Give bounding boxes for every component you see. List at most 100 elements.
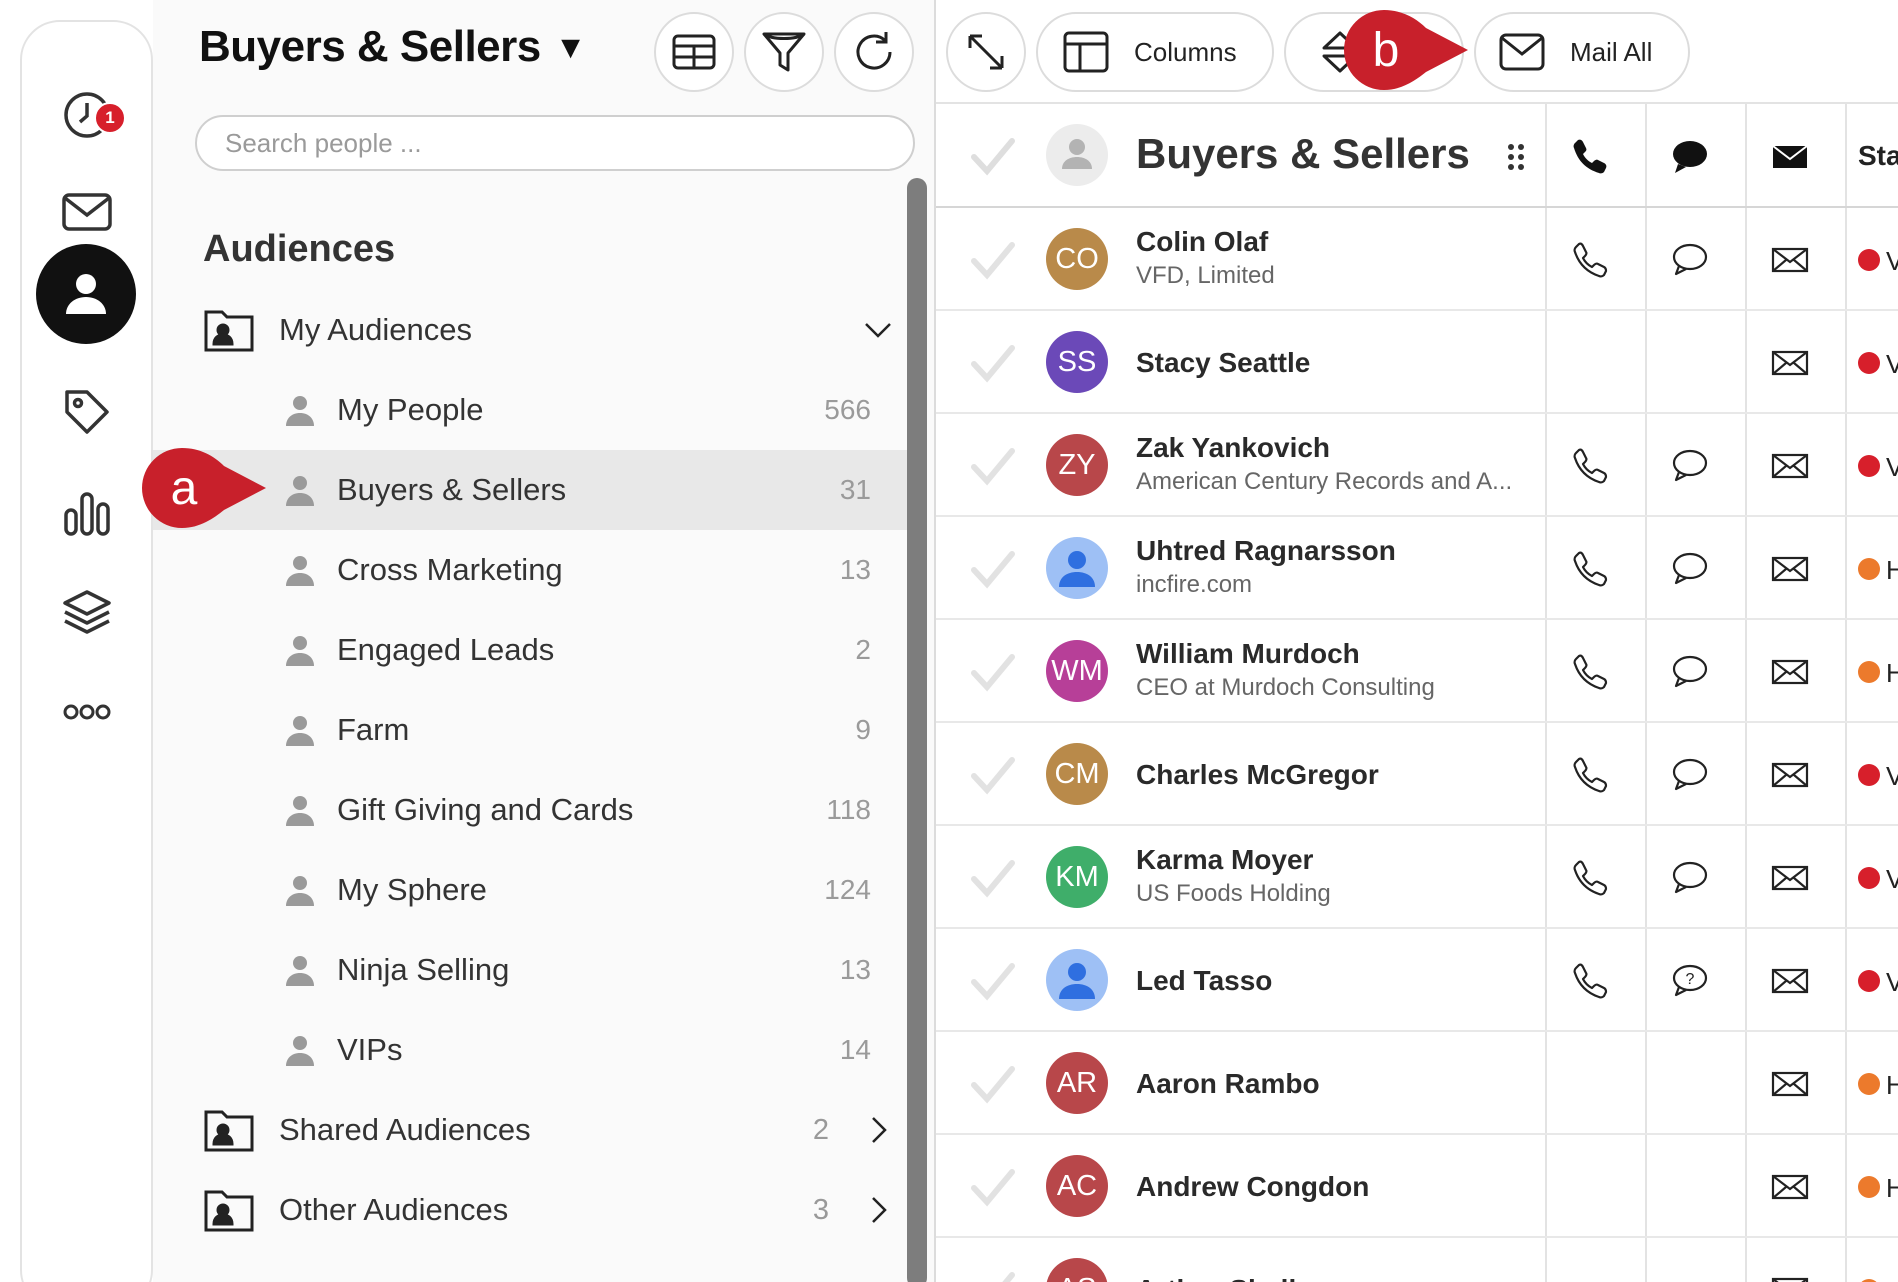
mail-icon[interactable] (1770, 1064, 1810, 1104)
avatar[interactable]: SS (1046, 331, 1108, 393)
mail-icon[interactable] (1770, 343, 1810, 383)
table-row[interactable]: AC Andrew Congdon H (936, 1135, 1898, 1238)
refresh-button[interactable] (834, 12, 914, 92)
mail-icon[interactable] (1770, 755, 1810, 795)
rail-item-more[interactable] (22, 662, 151, 762)
contact-name[interactable]: Andrew Congdon (1136, 1171, 1369, 1203)
rail-item-tags[interactable] (22, 362, 151, 462)
avatar[interactable] (1046, 537, 1108, 599)
contact-name[interactable]: Uhtred Ragnarsson (1136, 535, 1396, 567)
expand-button[interactable] (946, 12, 1026, 92)
row-checkmark-icon[interactable] (970, 1065, 1016, 1105)
phone-icon[interactable] (1570, 961, 1610, 1001)
mail-icon[interactable] (1770, 1167, 1810, 1207)
mail-icon[interactable] (1770, 240, 1810, 280)
audience-item[interactable]: Engaged Leads 2 (153, 610, 907, 690)
table-row[interactable]: SS Stacy Seattle V (936, 311, 1898, 414)
mail-icon[interactable] (1770, 652, 1810, 692)
rail-item-activity[interactable]: 1 (22, 64, 151, 164)
audience-item[interactable]: Ninja Selling 13 (153, 930, 907, 1010)
mail-icon[interactable] (1770, 446, 1810, 486)
chevron-down-icon[interactable] (863, 315, 893, 345)
avatar[interactable]: AR (1046, 1052, 1108, 1114)
avatar[interactable] (1046, 949, 1108, 1011)
sidebar-scrollbar[interactable] (907, 178, 927, 1282)
phone-filled-icon[interactable] (1570, 137, 1610, 177)
phone-icon[interactable] (1570, 240, 1610, 280)
mail-icon[interactable] (1770, 961, 1810, 1001)
table-row[interactable]: Led Tasso? V (936, 929, 1898, 1032)
row-checkmark-icon[interactable] (970, 1168, 1016, 1208)
table-row[interactable]: Uhtred Ragnarsson incfire.com H (936, 517, 1898, 620)
rail-item-reports[interactable] (22, 462, 151, 562)
mail-icon[interactable] (1770, 1270, 1810, 1282)
mail-icon[interactable] (1770, 858, 1810, 898)
avatar[interactable]: AS (1046, 1258, 1108, 1282)
rail-item-people[interactable] (36, 244, 136, 344)
avatar[interactable]: WM (1046, 640, 1108, 702)
chat-question-icon[interactable]: ? (1670, 961, 1710, 1001)
table-row[interactable]: CO Colin Olaf VFD, Limited V (936, 208, 1898, 311)
folder-shared-audiences[interactable]: Shared Audiences 2 (203, 1090, 893, 1170)
table-row[interactable]: AR Aaron Rambo H (936, 1032, 1898, 1135)
table-row[interactable]: CM Charles McGregor V (936, 723, 1898, 826)
mail-filled-icon[interactable] (1770, 137, 1810, 177)
phone-icon[interactable] (1570, 446, 1610, 486)
status-column-header[interactable]: Sta (1858, 140, 1898, 172)
row-checkmark-icon[interactable] (970, 653, 1016, 693)
contact-name[interactable]: Aaron Rambo (1136, 1068, 1320, 1100)
phone-icon[interactable] (1570, 549, 1610, 589)
avatar[interactable]: AC (1046, 1155, 1108, 1217)
chat-icon[interactable] (1670, 755, 1710, 795)
contact-name[interactable]: Led Tasso (1136, 965, 1272, 997)
phone-icon[interactable] (1570, 652, 1610, 692)
rail-item-layers[interactable] (22, 562, 151, 662)
search-people-input[interactable] (195, 115, 915, 171)
row-checkmark-icon[interactable] (970, 1271, 1016, 1282)
audience-item[interactable]: VIPs 14 (153, 1010, 907, 1090)
contact-name[interactable]: Arthur Shelby (1136, 1274, 1321, 1282)
chat-icon[interactable] (1670, 549, 1710, 589)
chat-icon[interactable] (1670, 652, 1710, 692)
table-row[interactable]: ZY Zak Yankovich American Century Records … (936, 414, 1898, 517)
avatar[interactable]: CM (1046, 743, 1108, 805)
folder-my-audiences[interactable]: My Audiences (203, 290, 893, 370)
chevron-right-icon[interactable] (863, 1115, 893, 1145)
avatar[interactable]: CO (1046, 228, 1108, 290)
filter-button[interactable] (744, 12, 824, 92)
phone-icon[interactable] (1570, 755, 1610, 795)
contact-name[interactable]: Stacy Seattle (1136, 347, 1310, 379)
folder-other-audiences[interactable]: Other Audiences 3 (203, 1170, 893, 1250)
chat-filled-icon[interactable] (1670, 137, 1710, 177)
table-view-button[interactable] (654, 12, 734, 92)
select-all-checkmark-icon[interactable] (970, 137, 1016, 177)
row-checkmark-icon[interactable] (970, 241, 1016, 281)
table-row[interactable]: AS Arthur Shelby H (936, 1238, 1898, 1282)
row-checkmark-icon[interactable] (970, 756, 1016, 796)
drag-handle-icon[interactable] (1506, 142, 1526, 172)
audience-item[interactable]: My Sphere 124 (153, 850, 907, 930)
audience-item[interactable]: Farm 9 (153, 690, 907, 770)
row-checkmark-icon[interactable] (970, 447, 1016, 487)
chat-icon[interactable] (1670, 240, 1710, 280)
chat-icon[interactable] (1670, 446, 1710, 486)
contact-name[interactable]: William Murdoch (1136, 638, 1360, 670)
contact-name[interactable]: Charles McGregor (1136, 759, 1379, 791)
avatar[interactable]: KM (1046, 846, 1108, 908)
audience-item[interactable]: My People 566 (153, 370, 907, 450)
row-checkmark-icon[interactable] (970, 344, 1016, 384)
table-row[interactable]: WM William Murdoch CEO at Murdoch Consulti… (936, 620, 1898, 723)
table-row[interactable]: KM Karma Moyer US Foods Holding V (936, 826, 1898, 929)
audience-item[interactable]: Gift Giving and Cards 118 (153, 770, 907, 850)
columns-button[interactable]: Columns (1036, 12, 1274, 92)
audience-item[interactable]: Cross Marketing 13 (153, 530, 907, 610)
mail-icon[interactable] (1770, 549, 1810, 589)
contact-name[interactable]: Karma Moyer (1136, 844, 1313, 876)
row-checkmark-icon[interactable] (970, 859, 1016, 899)
phone-icon[interactable] (1570, 858, 1610, 898)
avatar[interactable]: ZY (1046, 434, 1108, 496)
audience-title-dropdown[interactable]: Buyers & Sellers ▼ (199, 22, 586, 72)
mail-all-button[interactable]: Mail All (1474, 12, 1690, 92)
contact-name[interactable]: Zak Yankovich (1136, 432, 1330, 464)
contact-name[interactable]: Colin Olaf (1136, 226, 1268, 258)
